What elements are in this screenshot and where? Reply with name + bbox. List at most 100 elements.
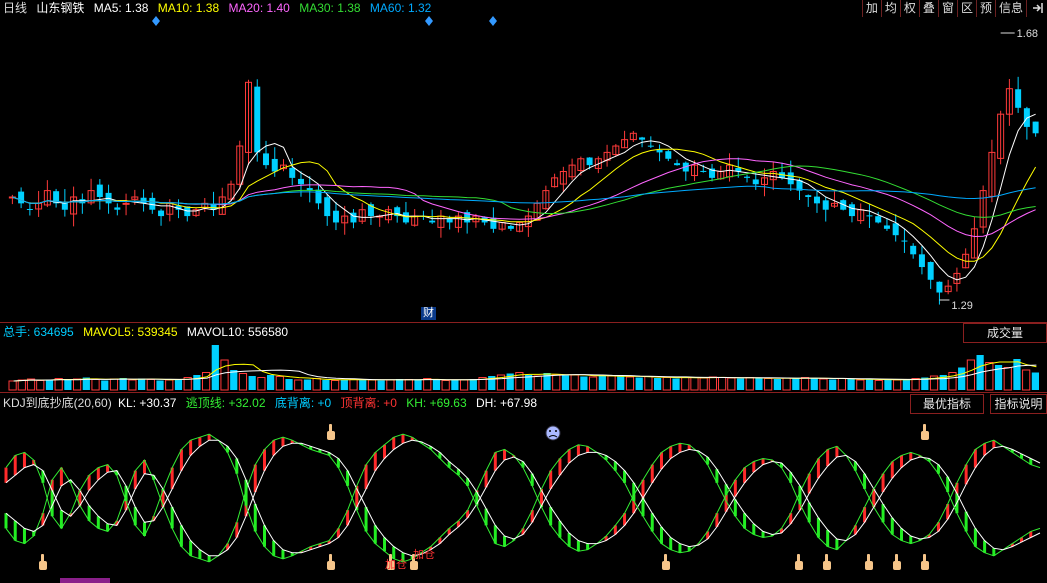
volume-bar [635,377,643,390]
bottom-scroll-strip[interactable] [60,578,110,583]
volume-bar [966,359,975,391]
volume-bar [294,379,303,391]
volume-bar [174,379,183,390]
volume-bar [8,380,17,391]
kdj-dh: DH: +67.98 [475,396,538,410]
volume-bar [478,377,487,391]
hand-top-signal-icon [327,424,335,440]
volume-bar [764,378,773,391]
volume-bar [681,376,690,391]
volume-bar [690,377,699,391]
candle-body [805,195,812,197]
high-price-label: 1.68 [1017,28,1038,40]
volume-bar [607,375,616,391]
ma-line-5 [12,113,1036,281]
finance-marker[interactable]: 财 [421,307,436,320]
volume-bar [865,379,874,390]
kdj-escape-line: 逃顶线: +32.02 [185,396,266,410]
candle-body [18,191,25,204]
volume-bar [755,378,763,390]
mavol10-line [13,364,1037,382]
volume-bar [1031,372,1039,390]
volume-bar [506,373,514,390]
volume-bar [699,377,708,391]
volume-bar [275,376,284,391]
volume-bar [73,378,82,391]
volume-bar [45,379,54,390]
candle-body [700,170,707,172]
volume-bar [267,375,275,390]
volume-bar [414,380,422,390]
candle-body [297,178,304,185]
volume-bar [580,376,588,390]
volume-bar [589,376,598,391]
volume-bar [303,379,312,390]
volume-bar [26,378,36,391]
candle-body [263,153,269,166]
event-diamond-icon [489,16,497,26]
volume-bar [396,379,404,390]
volume-bar [543,373,551,390]
candle-body [122,202,130,205]
kdj-d-line [5,442,1041,557]
candle-body [96,184,103,197]
volume-bar [1003,367,1012,391]
kdj-title: KDJ到底抄底(20,60) [3,396,112,410]
candle-body [866,215,873,217]
volume-bar [340,380,348,390]
candle-body [639,137,646,140]
volume-bar [561,375,570,390]
candle-body [918,254,925,268]
volume-bar [238,373,248,391]
kdj-info-bar: KDJ到底抄底(20,60) KL: +30.37 逃顶线: +32.02 底背… [3,395,543,411]
volume-bar [948,372,957,391]
volume-bar [911,378,920,391]
candle-body [271,158,278,172]
hand-signal-icon [795,554,803,570]
volume-bar [230,370,238,390]
volume-bar [708,376,717,391]
volume-bar [847,379,855,390]
volume-bar [525,375,533,390]
kdj-kh: KH: +69.63 [406,396,467,410]
volume-bar [183,377,192,391]
price-chart[interactable]: 1.68 1.29 [0,0,1047,322]
candle-body [158,210,165,217]
volume-total: 总手: 634695 [3,325,74,339]
volume-bar [451,379,459,390]
volume-bar [202,372,211,391]
candle-body [289,167,296,178]
kdj-bottom-divergence: 底背离: +0 [274,396,332,410]
volume-bar [884,379,892,390]
volume-bar [211,345,219,390]
kdj-top-divergence: 顶背离: +0 [340,396,397,410]
volume-bar [91,379,100,391]
volume-bar [1013,359,1021,390]
candle-body [586,157,593,166]
candle-body [254,86,261,153]
volume-indicator-dropdown[interactable]: 成交量 [963,323,1047,343]
volume-bar [829,379,837,390]
indicator-help-button[interactable]: 指标说明 [990,394,1047,414]
candle-body [744,176,751,178]
volume-bar [257,377,266,391]
volume-bar [837,378,846,391]
low-price-label: 1.29 [951,300,972,312]
candle-body [446,218,453,223]
volume-bar [598,375,606,390]
candle-body [883,225,890,229]
kdj-k-line [5,436,1041,563]
volume-bar [432,380,441,390]
sad-face-icon [545,425,561,441]
candle-body [752,179,759,185]
best-indicator-button[interactable]: 最优指标 [910,394,984,414]
volume-bar [727,377,736,391]
candle-body [910,245,917,255]
volume-bar [792,378,800,390]
volume-bar [654,378,662,390]
volume-bar [331,380,340,391]
ma-line-10 [12,148,1037,262]
volume-bar [367,379,377,391]
volume-bar [423,378,432,391]
candle-body [813,196,820,204]
